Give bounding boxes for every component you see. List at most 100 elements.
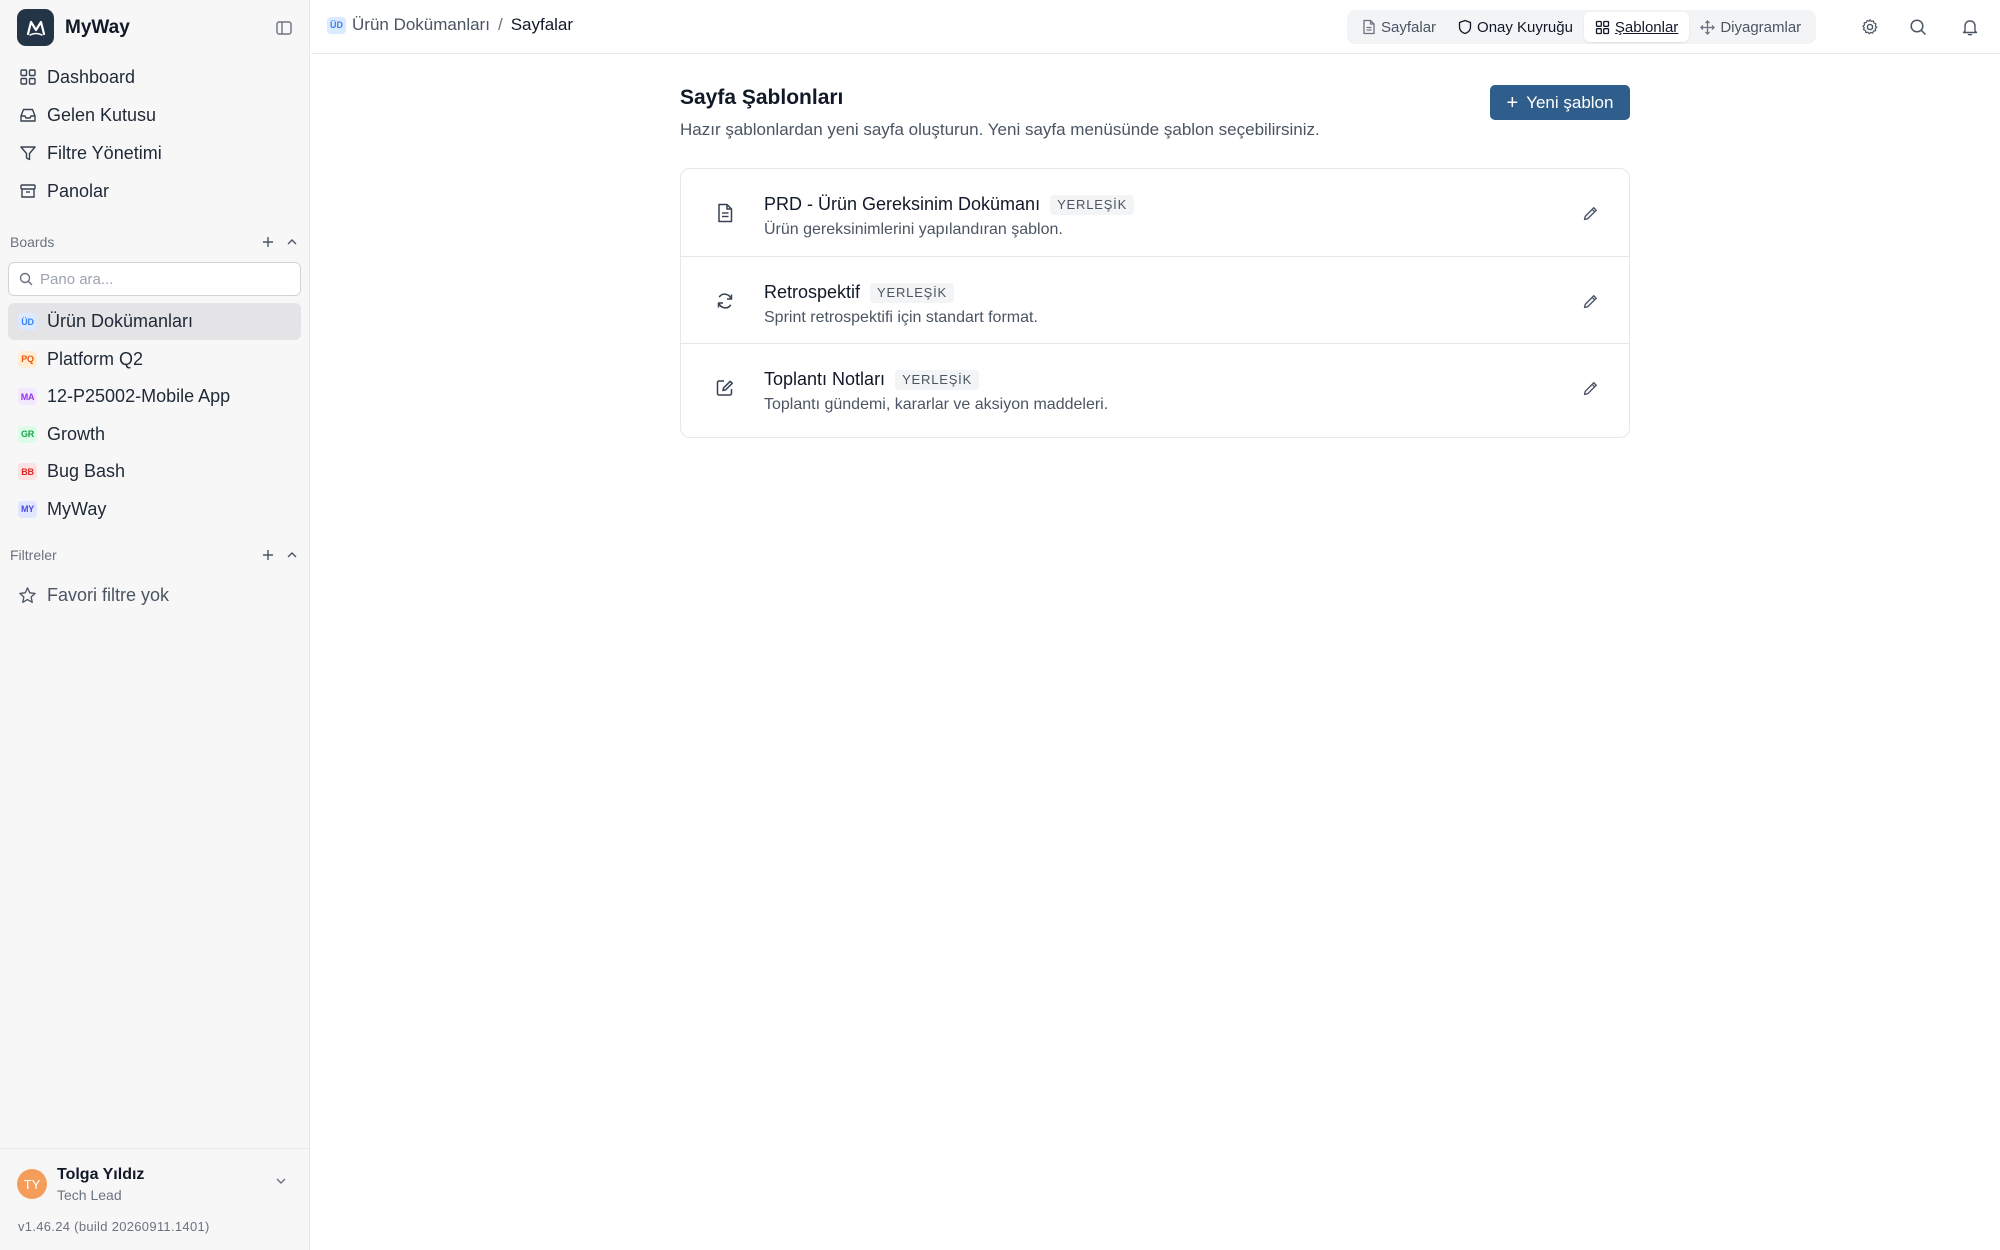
breadcrumb-current: Sayfalar	[510, 15, 574, 34]
chevron-down-icon[interactable]	[275, 1175, 287, 1187]
sidebar-board-item[interactable]: GR Growth	[8, 416, 301, 453]
tab-approval-queue[interactable]: Onay Kuyruğu	[1447, 12, 1584, 42]
new-template-label: Yeni şablon	[1526, 92, 1614, 112]
favorites-empty-label: Favori filtre yok	[47, 584, 170, 605]
sidebar-board-item[interactable]: PQ Platform Q2	[8, 341, 301, 378]
new-template-button[interactable]: + Yeni şablon	[1490, 85, 1630, 120]
template-row[interactable]: PRD - Ürün Gereksinim Dokümanı YERLEŞİK …	[681, 169, 1629, 256]
tab-label: Şablonlar	[1614, 18, 1679, 36]
main-nav: Dashboard Gelen Kutusu Filtre Yönetimi P…	[8, 58, 301, 210]
nav-label: Filtre Yönetimi	[47, 142, 162, 163]
tab-label: Sayfalar	[1381, 18, 1437, 36]
nav-item-dashboard[interactable]: Dashboard	[8, 58, 301, 96]
nav-label: Panolar	[47, 180, 110, 201]
brand[interactable]: MyWay	[17, 9, 130, 46]
file-icon	[1362, 19, 1376, 35]
page-title: Sayfa Şablonları	[680, 86, 844, 109]
shield-icon	[1458, 19, 1472, 35]
board-label: 12-P25002-Mobile App	[47, 386, 231, 406]
filter-icon	[18, 143, 38, 163]
nav-label: Gelen Kutusu	[47, 104, 157, 125]
tab-diagrams[interactable]: Diyagramlar	[1689, 12, 1812, 42]
star-icon	[18, 586, 37, 605]
nav-item-inbox[interactable]: Gelen Kutusu	[8, 96, 301, 134]
search-icon[interactable]	[1907, 16, 1929, 38]
tab-pages[interactable]: Sayfalar	[1351, 12, 1447, 42]
dashboard-icon	[18, 67, 38, 87]
board-label: Platform Q2	[47, 348, 144, 369]
app-name: MyWay	[65, 16, 130, 38]
bell-icon[interactable]	[1959, 16, 1981, 38]
sidebar-board-item[interactable]: MY MyWay	[8, 491, 301, 528]
nav-item-boards[interactable]: Panolar	[8, 172, 301, 210]
favorites-empty: Favori filtre yok	[18, 582, 169, 608]
version-label: v1.46.24 (build 20260911.1401)	[18, 1219, 210, 1234]
builtin-badge: YERLEŞİK	[870, 282, 955, 303]
board-label: Growth	[47, 423, 106, 444]
add-filter-icon[interactable]	[262, 549, 274, 561]
template-description: Sprint retrospektifi için standart forma…	[764, 309, 1038, 326]
sidebar-board-item[interactable]: ÜD Ürün Dokümanları	[8, 303, 301, 340]
tab-label: Diyagramlar	[1720, 18, 1802, 36]
sidebar-toggle-icon[interactable]	[273, 17, 295, 39]
template-description: Toplantı gündemi, kararlar ve aksiyon ma…	[764, 396, 1109, 413]
boards-heading: Boards	[10, 234, 55, 250]
logo-icon	[17, 9, 54, 46]
plus-icon: +	[1506, 91, 1519, 114]
avatar: TY	[17, 1169, 47, 1199]
board-badge: ÜD	[18, 313, 37, 330]
inbox-icon	[18, 105, 38, 125]
sidebar-board-item[interactable]: BB Bug Bash	[8, 453, 301, 490]
template-row[interactable]: Retrospektif YERLEŞİK Sprint retrospekti…	[681, 256, 1629, 343]
nav-label: Dashboard	[47, 66, 136, 87]
chevron-up-icon[interactable]	[286, 236, 298, 248]
board-label: Ürün Dokümanları	[47, 311, 194, 331]
user-name: Tolga Yıldız	[57, 1166, 145, 1183]
grid-icon	[1595, 20, 1610, 35]
tab-templates[interactable]: Şablonlar	[1583, 12, 1690, 42]
board-label: MyWay	[47, 498, 107, 519]
user-role: Tech Lead	[57, 1187, 122, 1203]
edit-square-icon	[714, 377, 736, 399]
breadcrumb: ÜD Ürün Dokümanları / Sayfalar	[327, 15, 573, 35]
user-menu[interactable]: TY Tolga Yıldız Tech Lead v1.46.24 (buil…	[0, 1148, 310, 1250]
board-search-input[interactable]	[40, 270, 290, 288]
template-row[interactable]: Toplantı Notları YERLEŞİK Toplantı günde…	[681, 343, 1629, 430]
board-badge: BB	[18, 463, 37, 480]
sidebar-board-item[interactable]: MA 12-P25002-Mobile App	[8, 378, 301, 415]
page-subtitle: Hazır şablonlardan yeni sayfa oluşturun.…	[680, 120, 1320, 139]
board-search[interactable]	[8, 262, 301, 296]
board-badge: ÜD	[327, 16, 346, 34]
archive-icon	[18, 181, 38, 201]
template-description: Ürün gereksinimlerini yapılandıran şablo…	[764, 221, 1063, 238]
pencil-icon[interactable]	[1579, 290, 1601, 312]
builtin-badge: YERLEŞİK	[1050, 194, 1135, 215]
board-badge: GR	[18, 425, 37, 443]
tab-label: Onay Kuyruğu	[1477, 18, 1573, 36]
add-board-icon[interactable]	[262, 236, 274, 248]
settings-gear-icon[interactable]	[1859, 16, 1881, 38]
template-name: Retrospektif	[764, 282, 861, 302]
view-tabs: Sayfalar Onay Kuyruğu Şablonlar Diyagram…	[1347, 10, 1817, 44]
board-list: ÜD Ürün Dokümanları PQ Platform Q2 MA 12-P250…	[8, 303, 301, 528]
board-badge: MA	[18, 388, 37, 405]
pencil-icon[interactable]	[1579, 202, 1601, 224]
board-badge: MY	[18, 500, 37, 518]
board-badge: PQ	[18, 350, 37, 368]
filters-heading: Filtreler	[10, 547, 57, 563]
template-name: Toplantı Notları	[764, 369, 886, 389]
search-icon	[19, 272, 33, 286]
document-icon	[714, 202, 736, 224]
pencil-icon[interactable]	[1579, 377, 1601, 399]
nav-item-filter-management[interactable]: Filtre Yönetimi	[8, 134, 301, 172]
template-list: PRD - Ürün Gereksinim Dokümanı YERLEŞİK …	[680, 168, 1630, 438]
diagram-icon	[1700, 19, 1716, 35]
template-name: PRD - Ürün Gereksinim Dokümanı	[764, 194, 1041, 214]
sidebar: MyWay Dashboard Gelen Kutusu Filtre Yöne…	[0, 0, 310, 1250]
chevron-up-icon[interactable]	[286, 549, 298, 561]
board-label: Bug Bash	[47, 461, 126, 481]
breadcrumb-board-link[interactable]: Ürün Dokümanları	[352, 15, 490, 35]
breadcrumb-separator: /	[497, 15, 503, 34]
builtin-badge: YERLEŞİK	[895, 369, 980, 390]
refresh-icon	[714, 290, 736, 312]
